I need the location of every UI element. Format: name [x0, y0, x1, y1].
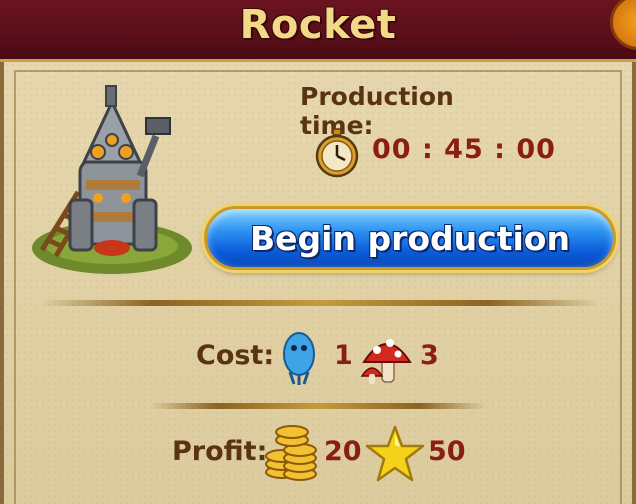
profit-amount-stars: 50: [428, 436, 466, 467]
divider-bottom: [150, 403, 486, 409]
cost-amount-1: 1: [334, 340, 353, 371]
window-header: Rocket: [0, 0, 636, 62]
mushroom-icon: [360, 339, 412, 384]
production-time-value: 00 : 45 : 00: [372, 134, 556, 165]
window-title: Rocket: [239, 2, 397, 48]
rocket-building-image: [32, 85, 192, 274]
stopwatch-icon: [315, 128, 359, 178]
cost-label: Cost:: [196, 340, 275, 371]
blue-creature-icon: [283, 332, 315, 385]
profit-label: Profit:: [172, 436, 268, 467]
begin-production-button[interactable]: Begin production: [204, 206, 616, 270]
divider-top: [40, 300, 600, 306]
cost-amount-2: 3: [420, 340, 439, 371]
gold-coins-icon: [265, 425, 317, 481]
star-icon: [365, 425, 425, 482]
begin-production-label: Begin production: [250, 218, 570, 258]
profit-amount-coins: 20: [324, 436, 362, 467]
